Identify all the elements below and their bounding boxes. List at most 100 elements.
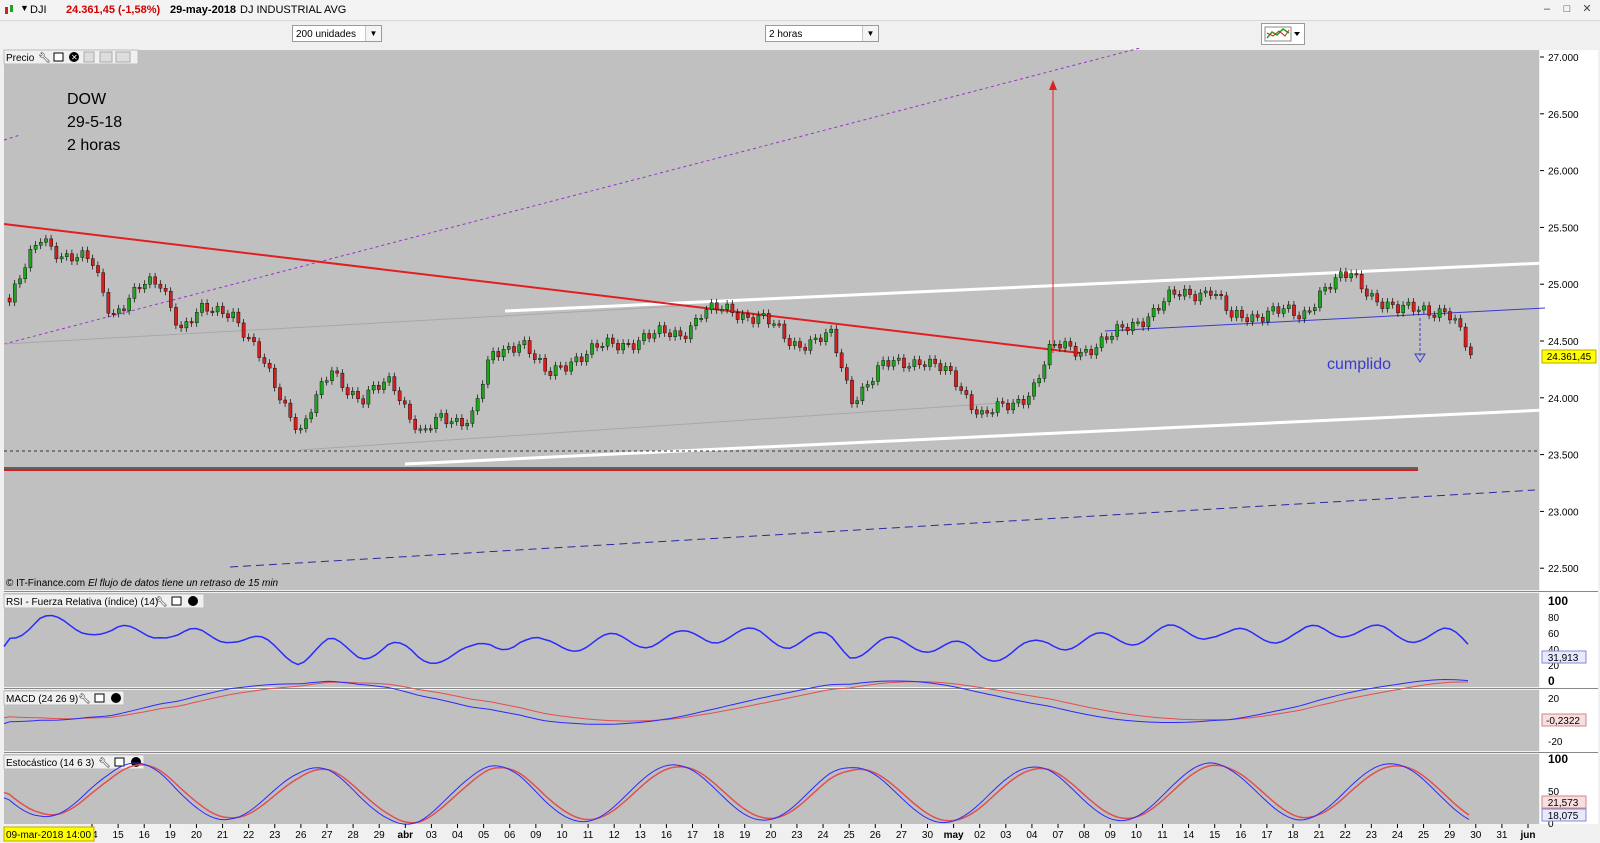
x-tick-label: 20 — [765, 830, 777, 841]
candle-body — [106, 292, 111, 314]
candle-body — [1448, 311, 1452, 321]
candle-body — [663, 325, 667, 334]
candle-body — [631, 343, 636, 350]
candle-body — [1312, 307, 1317, 312]
candle-body — [652, 333, 657, 339]
candle-body — [246, 337, 251, 340]
candle-body — [1390, 301, 1395, 305]
candle-body — [231, 311, 236, 319]
window-icon[interactable] — [171, 596, 182, 606]
x-tick-label: 02 — [974, 830, 986, 841]
candle-body — [980, 410, 984, 415]
minimize-button[interactable]: – — [1540, 2, 1554, 16]
candle-body — [1240, 309, 1244, 318]
candle-body — [751, 317, 755, 324]
add-indicator-icon[interactable] — [83, 51, 95, 63]
candle-body — [891, 360, 896, 367]
candle-body — [1167, 289, 1171, 302]
candle-body — [158, 283, 163, 289]
close-icon[interactable] — [111, 693, 121, 703]
chart-type-button[interactable] — [1261, 23, 1305, 45]
price-tick-label: 23.500 — [1548, 451, 1579, 462]
candle-body — [252, 337, 256, 342]
candle-body — [1110, 336, 1114, 340]
export-icon[interactable] — [115, 51, 131, 63]
interval-select[interactable]: 2 horas ▼ — [765, 25, 879, 42]
candle-body — [1364, 288, 1369, 297]
x-tick-label: 08 — [1079, 830, 1091, 841]
candle-body — [163, 288, 168, 292]
candle-body — [153, 276, 158, 285]
candle-body — [148, 276, 152, 285]
candle-body — [325, 380, 329, 383]
candle-body — [23, 267, 28, 280]
candle-body — [200, 302, 204, 313]
candle-body — [590, 343, 594, 355]
candle-body — [257, 341, 262, 358]
candle-body — [683, 335, 688, 340]
wrench-icon[interactable]: 🔧︎ — [78, 693, 91, 705]
candle-body — [642, 333, 646, 341]
price-tick-label: 27.000 — [1548, 53, 1579, 64]
x-tick-label: 28 — [348, 830, 360, 841]
candle-body — [1328, 286, 1333, 290]
x-tick-label: 04 — [452, 830, 464, 841]
candle-body — [215, 306, 220, 313]
candle-body — [1130, 322, 1135, 332]
candle-body — [585, 354, 589, 362]
candle-body — [548, 370, 553, 376]
candle-body — [330, 370, 334, 381]
candle-body — [1292, 304, 1296, 316]
candle-body — [1302, 310, 1307, 320]
units-select[interactable]: 200 unidades ▼ — [292, 25, 382, 42]
close-icon[interactable] — [188, 596, 198, 606]
candle-body — [444, 413, 449, 425]
x-tick-label: 06 — [504, 830, 516, 841]
candle-body — [189, 321, 194, 324]
candle-body — [626, 343, 631, 345]
candle-body — [975, 409, 979, 415]
candle-body — [85, 250, 90, 259]
candle-body — [798, 341, 802, 348]
candle-body — [772, 323, 776, 326]
x-tick-label: 09 — [530, 830, 542, 841]
candle-body — [241, 322, 246, 338]
candle-body — [408, 403, 412, 420]
window-icon[interactable] — [114, 757, 125, 767]
candle-body — [403, 400, 407, 405]
candle-body — [1276, 306, 1281, 314]
candle-body — [595, 343, 599, 348]
candle-body — [75, 257, 79, 262]
candle-body — [787, 338, 792, 346]
price-tick-label: 23.000 — [1548, 507, 1579, 518]
candle-body — [943, 366, 948, 372]
candle-body — [127, 298, 131, 311]
wrench-icon[interactable]: 🔧︎ — [155, 596, 168, 608]
candle-body — [839, 352, 844, 368]
price-tick-label: 26.000 — [1548, 167, 1579, 178]
wrench-icon[interactable]: 🔧︎ — [98, 757, 111, 769]
chart-area[interactable]: DOW 29-5-18 2 horas cumplido Precio 🔧︎ ✕… — [0, 48, 1600, 843]
window-icon[interactable] — [53, 52, 64, 62]
candle-body — [142, 284, 147, 290]
wrench-icon[interactable]: 🔧︎ — [38, 52, 51, 64]
candle-body — [356, 390, 360, 399]
window-icon[interactable] — [94, 693, 105, 703]
stochastic-panel[interactable] — [4, 754, 1539, 824]
price-tick-label: 26.500 — [1548, 110, 1579, 121]
x-tick-label: 23 — [791, 830, 803, 841]
candle-body — [299, 428, 303, 431]
candle-body — [637, 340, 641, 350]
x-tick-label: 19 — [739, 830, 751, 841]
maximize-button[interactable]: □ — [1560, 2, 1574, 16]
close-button[interactable]: ✕ — [1580, 2, 1594, 16]
units-select-value: 200 unidades — [296, 29, 357, 40]
candle-body — [90, 258, 95, 266]
candle-body — [501, 349, 506, 358]
symbol-dropdown-icon[interactable]: ▼ — [20, 3, 29, 13]
copy-icon[interactable] — [99, 51, 113, 63]
macd-panel[interactable] — [4, 690, 1539, 751]
candle-body — [455, 418, 459, 422]
stochastic-value-label-2: 18,075 — [1548, 811, 1579, 822]
candle-body — [1234, 309, 1239, 318]
